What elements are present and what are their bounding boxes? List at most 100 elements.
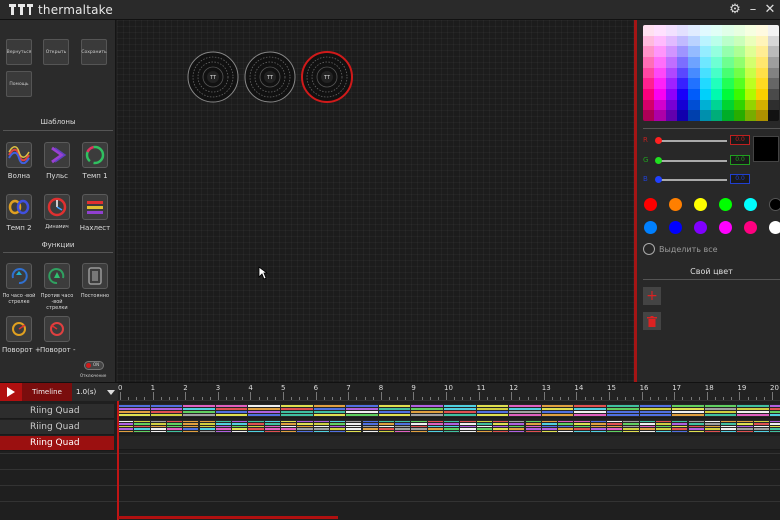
keyframe-segment[interactable] xyxy=(476,405,509,417)
palette-swatch[interactable] xyxy=(699,110,711,121)
palette-swatch[interactable] xyxy=(767,46,779,57)
preset-color-dot[interactable] xyxy=(744,198,757,211)
palette-swatch[interactable] xyxy=(654,110,666,121)
palette-swatch[interactable] xyxy=(688,25,700,36)
palette-swatch[interactable] xyxy=(710,110,723,121)
keyframe-segment[interactable] xyxy=(509,405,541,417)
palette-swatch[interactable] xyxy=(756,89,768,100)
palette-swatch[interactable] xyxy=(756,57,768,68)
palette-swatch[interactable] xyxy=(688,35,700,47)
track-label[interactable]: Riing Quad xyxy=(0,420,114,435)
palette-swatch[interactable] xyxy=(643,67,655,79)
palette-swatch[interactable] xyxy=(699,78,711,89)
timeline-tab[interactable]: Timeline xyxy=(22,383,72,401)
timeline-track-row[interactable] xyxy=(118,420,780,434)
palette-swatch[interactable] xyxy=(654,99,666,111)
keyframe-segment[interactable] xyxy=(525,421,541,433)
slider-handle[interactable] xyxy=(655,157,662,164)
palette-swatch[interactable] xyxy=(643,110,655,121)
lighting-canvas[interactable]: TT TT TT xyxy=(117,20,634,382)
palette-swatch[interactable] xyxy=(643,46,655,57)
palette-swatch[interactable] xyxy=(654,89,666,100)
save-button[interactable]: Сохранить xyxy=(81,39,107,65)
fan-icon-selected[interactable]: TT xyxy=(301,51,353,103)
preset-color-dot[interactable] xyxy=(644,221,657,234)
palette-swatch[interactable] xyxy=(643,78,655,89)
palette-swatch[interactable] xyxy=(767,67,779,79)
keyframe-segment[interactable] xyxy=(590,421,606,433)
keyframe-segment[interactable] xyxy=(655,421,672,433)
keyframe-segment[interactable] xyxy=(411,421,427,433)
palette-swatch[interactable] xyxy=(744,46,757,57)
palette-swatch[interactable] xyxy=(688,110,700,121)
template-overlap[interactable]: Нахлест xyxy=(78,194,112,232)
green-slider[interactable]: G 0.0 xyxy=(643,155,753,166)
fan-icon[interactable]: TT xyxy=(244,51,296,103)
palette-swatch[interactable] xyxy=(733,99,745,111)
keyframe-segment[interactable] xyxy=(281,405,313,417)
keyframe-segment[interactable] xyxy=(215,405,248,417)
timeline-track-row[interactable] xyxy=(118,404,780,418)
keyframe-segment[interactable] xyxy=(444,421,460,433)
palette-swatch[interactable] xyxy=(676,67,689,79)
function-clockwise[interactable]: По часо -вой стрелке xyxy=(2,263,36,305)
preset-color-dot[interactable] xyxy=(719,198,732,211)
palette-swatch[interactable] xyxy=(688,78,700,89)
palette-swatch[interactable] xyxy=(767,25,779,36)
keyframe-segment[interactable] xyxy=(672,421,688,433)
keyframe-segment[interactable] xyxy=(313,421,329,433)
palette-swatch[interactable] xyxy=(767,57,779,68)
keyframe-segment[interactable] xyxy=(444,405,476,417)
preset-color-dot[interactable] xyxy=(769,221,780,234)
palette-swatch[interactable] xyxy=(710,99,723,111)
palette-swatch[interactable] xyxy=(722,99,734,111)
palette-swatch[interactable] xyxy=(767,99,779,111)
palette-swatch[interactable] xyxy=(722,67,734,79)
playhead[interactable] xyxy=(117,401,119,520)
palette-swatch[interactable] xyxy=(722,35,734,47)
keyframe-segment[interactable] xyxy=(329,421,346,433)
palette-swatch[interactable] xyxy=(643,57,655,68)
blue-slider[interactable]: B 0.0 xyxy=(643,174,753,185)
palette-swatch[interactable] xyxy=(744,35,757,47)
red-value[interactable]: 0.0 xyxy=(730,135,750,145)
function-constant[interactable]: Постоянно xyxy=(78,263,112,299)
disable-toggle[interactable]: ON xyxy=(84,361,104,370)
palette-swatch[interactable] xyxy=(688,99,700,111)
palette-swatch[interactable] xyxy=(699,46,711,57)
palette-swatch[interactable] xyxy=(665,89,677,100)
palette-swatch[interactable] xyxy=(699,67,711,79)
timeline-scrollbar[interactable] xyxy=(118,516,338,519)
keyframe-segment[interactable] xyxy=(721,421,737,433)
palette-swatch[interactable] xyxy=(722,25,734,36)
palette-swatch[interactable] xyxy=(654,57,666,68)
palette-swatch[interactable] xyxy=(710,57,723,68)
template-tempo2[interactable]: Темп 2 xyxy=(2,194,36,232)
keyframe-segment[interactable] xyxy=(492,421,509,433)
palette-swatch[interactable] xyxy=(654,46,666,57)
time-ruler[interactable]: 0 1 2 3 4 5 6 7 8 9 10 11 12 13 14 15 16 17 18 19 20 xyxy=(118,383,780,401)
keyframe-segment[interactable] xyxy=(166,421,183,433)
palette-swatch[interactable] xyxy=(654,25,666,36)
palette-swatch[interactable] xyxy=(733,57,745,68)
palette-swatch[interactable] xyxy=(710,46,723,57)
keyframe-segment[interactable] xyxy=(639,421,655,433)
preset-color-dot[interactable] xyxy=(694,221,707,234)
palette-swatch[interactable] xyxy=(767,89,779,100)
keyframe-segment[interactable] xyxy=(199,421,215,433)
palette-swatch[interactable] xyxy=(710,78,723,89)
preset-color-dot[interactable] xyxy=(719,221,732,234)
palette-swatch[interactable] xyxy=(733,46,745,57)
back-button[interactable]: Вернуться xyxy=(6,39,32,65)
palette-swatch[interactable] xyxy=(710,35,723,47)
keyframe-segment[interactable] xyxy=(574,421,590,433)
keyframe-segment[interactable] xyxy=(460,421,476,433)
keyframe-segment[interactable] xyxy=(411,405,443,417)
palette-swatch[interactable] xyxy=(733,89,745,100)
keyframe-segment[interactable] xyxy=(704,405,737,417)
fan-icon[interactable]: TT xyxy=(187,51,239,103)
track-label-selected[interactable]: Riing Quad xyxy=(0,436,114,451)
keyframe-segment[interactable] xyxy=(639,405,672,417)
palette-swatch[interactable] xyxy=(676,35,689,47)
keyframe-segment[interactable] xyxy=(248,405,280,417)
